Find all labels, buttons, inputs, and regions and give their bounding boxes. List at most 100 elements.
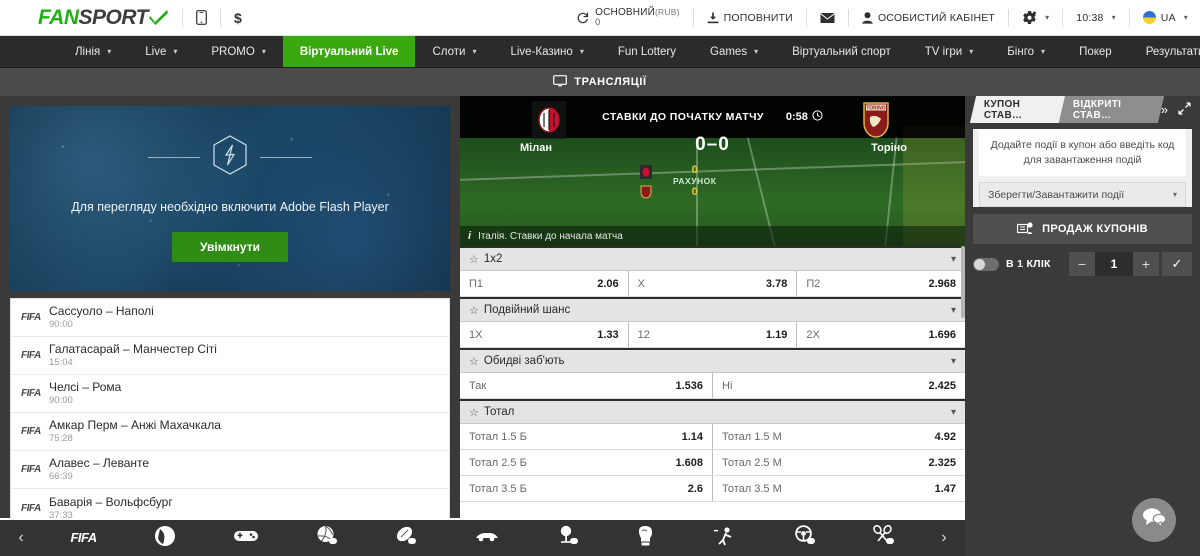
expand-icon[interactable] bbox=[1178, 101, 1191, 118]
odds-value: 1.536 bbox=[675, 379, 703, 392]
star-icon[interactable]: ☆ bbox=[469, 253, 479, 266]
odds-cell[interactable]: 1X 1.33 bbox=[460, 322, 629, 347]
tab-open-bets[interactable]: ВІДКРИТІ СТАВ… bbox=[1058, 96, 1164, 123]
tab-coupon[interactable]: КУПОН СТАВ… bbox=[969, 96, 1065, 123]
nav-item-9[interactable]: TV ігри ▾ bbox=[908, 36, 990, 67]
nav-item-2[interactable]: PROMO ▾ bbox=[194, 36, 282, 67]
stepper-decrement-button[interactable]: − bbox=[1069, 252, 1095, 277]
sport-golf-icon[interactable] bbox=[557, 525, 579, 552]
odds-cell[interactable]: Так 1.536 bbox=[460, 373, 713, 398]
mobile-phone-icon[interactable] bbox=[196, 10, 207, 25]
odds-label: 12 bbox=[637, 328, 650, 341]
odds-cell[interactable]: П1 2.06 bbox=[460, 271, 629, 296]
match-list-item[interactable]: FIFA Алавес – Леванте 66:39 bbox=[11, 451, 449, 489]
odds-cell[interactable]: П2 2.968 bbox=[797, 271, 965, 296]
odds-cell[interactable]: Тотал 2.5 Б 1.608 bbox=[460, 450, 713, 475]
balance-currency: (RUB) bbox=[655, 6, 680, 17]
odds-cell[interactable]: 12 1.19 bbox=[629, 322, 798, 347]
match-list-item[interactable]: FIFA Челсі – Рома 90:00 bbox=[11, 375, 449, 413]
odds-cell[interactable]: Тотал 3.5 М 1.47 bbox=[713, 476, 965, 501]
nav-item-10[interactable]: Бінго ▾ bbox=[990, 36, 1062, 67]
odds-value: 2.06 bbox=[597, 277, 619, 290]
match-list-item[interactable]: FIFA Амкар Перм – Анжі Махачкала 75:28 bbox=[11, 413, 449, 451]
chevron-down-icon: ▾ bbox=[754, 47, 759, 56]
nav-item-5[interactable]: Live-Казино ▾ bbox=[493, 36, 600, 67]
nav-item-3[interactable]: Віртуальний Live bbox=[282, 36, 416, 67]
balance-value: 0 bbox=[595, 17, 601, 28]
divider bbox=[1008, 8, 1010, 27]
chevron-down-icon[interactable]: ▾ bbox=[951, 254, 956, 265]
chevron-left-icon[interactable]: ‹ bbox=[0, 529, 42, 547]
sport-fifa-icon[interactable]: FIFA bbox=[70, 529, 97, 547]
ua-flag-icon bbox=[1142, 11, 1156, 24]
stepper-increment-button[interactable]: + bbox=[1133, 252, 1159, 277]
odds-cell[interactable]: Тотал 1.5 М 4.92 bbox=[713, 424, 965, 449]
star-icon[interactable]: ☆ bbox=[469, 355, 479, 368]
sport-tennis-rackets-icon[interactable] bbox=[872, 524, 895, 552]
steering-wheel-icon bbox=[794, 524, 816, 552]
sport-nba-icon[interactable] bbox=[154, 525, 176, 552]
odds-cell[interactable]: Тотал 1.5 Б 1.14 bbox=[460, 424, 713, 449]
star-icon[interactable]: ☆ bbox=[469, 304, 479, 317]
market-header[interactable]: ☆ 1x2 ▾ bbox=[460, 246, 965, 271]
save-load-select[interactable]: Зберегти/Завантажити події ▾ bbox=[979, 182, 1186, 208]
odds-cell[interactable]: Тотал 2.5 М 2.325 bbox=[713, 450, 965, 475]
dollar-icon[interactable]: $ bbox=[234, 10, 242, 26]
one-click-toggle[interactable] bbox=[973, 257, 999, 271]
stepper-value[interactable]: 1 bbox=[1095, 252, 1133, 277]
match-list-item[interactable]: FIFA Галатасарай – Манчестер Сіті 15:04 bbox=[11, 337, 449, 375]
refresh-icon[interactable] bbox=[576, 11, 589, 24]
sport-shooter-icon[interactable] bbox=[713, 526, 737, 551]
divider bbox=[219, 8, 221, 27]
odds-cell[interactable]: X 3.78 bbox=[629, 271, 798, 296]
market-row: Тотал 1.5 Б 1.14 Тотал 1.5 М 4.92 bbox=[460, 424, 965, 450]
nav-item-0[interactable]: Лінія ▾ bbox=[58, 36, 128, 67]
account-button[interactable]: ОСОБИСТИЙ КАБІНЕТ bbox=[862, 12, 995, 24]
nav-item-label: Віртуальний спорт bbox=[792, 45, 891, 58]
match-video[interactable]: СТАВКИ ДО ПОЧАТКУ МАТЧУ 0:58 Мілан TORIN… bbox=[460, 96, 965, 246]
match-score: 0–0 bbox=[695, 134, 730, 155]
odds-cell[interactable]: 2X 1.696 bbox=[797, 322, 965, 347]
sport-volleyball-icon[interactable] bbox=[316, 525, 338, 552]
chevron-down-icon[interactable]: ▾ bbox=[951, 356, 956, 367]
chevron-right-icon[interactable]: › bbox=[923, 529, 965, 547]
sport-gamepad-icon[interactable] bbox=[233, 528, 259, 549]
enable-flash-button[interactable]: Увімкнути bbox=[172, 232, 288, 262]
market-header[interactable]: ☆ Подвійний шанс ▾ bbox=[460, 297, 965, 322]
settings-button[interactable]: ▾ bbox=[1022, 10, 1050, 25]
market-title: Обидві заб'ють bbox=[483, 355, 565, 367]
chevron-down-icon[interactable]: ▾ bbox=[951, 305, 956, 316]
time-display[interactable]: 10:38 ▾ bbox=[1076, 12, 1116, 24]
nav-item-4[interactable]: Слоти ▾ bbox=[415, 36, 493, 67]
nav-item-11[interactable]: Покер bbox=[1062, 36, 1129, 67]
nav-item-1[interactable]: Live ▾ bbox=[128, 36, 194, 67]
nav-item-6[interactable]: Fun Lottery bbox=[601, 36, 693, 67]
markets-scrollbar[interactable] bbox=[961, 246, 965, 318]
deposit-button[interactable]: ПОПОВНИТИ bbox=[707, 12, 793, 24]
nav-item-8[interactable]: Віртуальний спорт bbox=[775, 36, 908, 67]
balance-block[interactable]: ОСНОВНИЙ(RUB) 0 bbox=[576, 6, 680, 28]
stepper-confirm-button[interactable]: ✓ bbox=[1162, 252, 1192, 277]
sport-racing-car-icon[interactable] bbox=[474, 528, 500, 549]
nav-item-7[interactable]: Games ▾ bbox=[693, 36, 775, 67]
odds-cell[interactable]: Тотал 3.5 Б 2.6 bbox=[460, 476, 713, 501]
star-icon[interactable]: ☆ bbox=[469, 406, 479, 419]
chat-button[interactable] bbox=[1132, 498, 1176, 542]
language-selector[interactable]: UA ▾ bbox=[1142, 11, 1188, 24]
market-header[interactable]: ☆ Тотал ▾ bbox=[460, 399, 965, 424]
sport-rugby-icon[interactable] bbox=[395, 525, 417, 552]
odds-cell[interactable]: Ні 2.425 bbox=[713, 373, 965, 398]
flash-message: Для перегляду необхідно включити Adobe F… bbox=[71, 200, 389, 214]
odds-value: 2.968 bbox=[928, 277, 957, 290]
nav-item-12[interactable]: Результати▾ bbox=[1129, 36, 1200, 67]
envelope-icon[interactable] bbox=[820, 12, 835, 24]
site-logo[interactable]: FAN SPORT bbox=[38, 5, 169, 31]
chevron-down-icon: ▾ bbox=[1045, 13, 1050, 22]
sport-boxing-glove-icon[interactable] bbox=[636, 525, 656, 552]
coupon-sale-button[interactable]: ПРОДАЖ КУПОНІВ bbox=[973, 214, 1192, 245]
chevron-down-icon[interactable]: ▾ bbox=[951, 407, 956, 418]
chevron-down-icon: ▾ bbox=[261, 47, 266, 56]
sport-steering-wheel-icon[interactable] bbox=[794, 524, 816, 552]
match-list-item[interactable]: FIFA Сассуоло – Наполі 90:00 bbox=[11, 299, 449, 337]
market-header[interactable]: ☆ Обидві заб'ють ▾ bbox=[460, 348, 965, 373]
